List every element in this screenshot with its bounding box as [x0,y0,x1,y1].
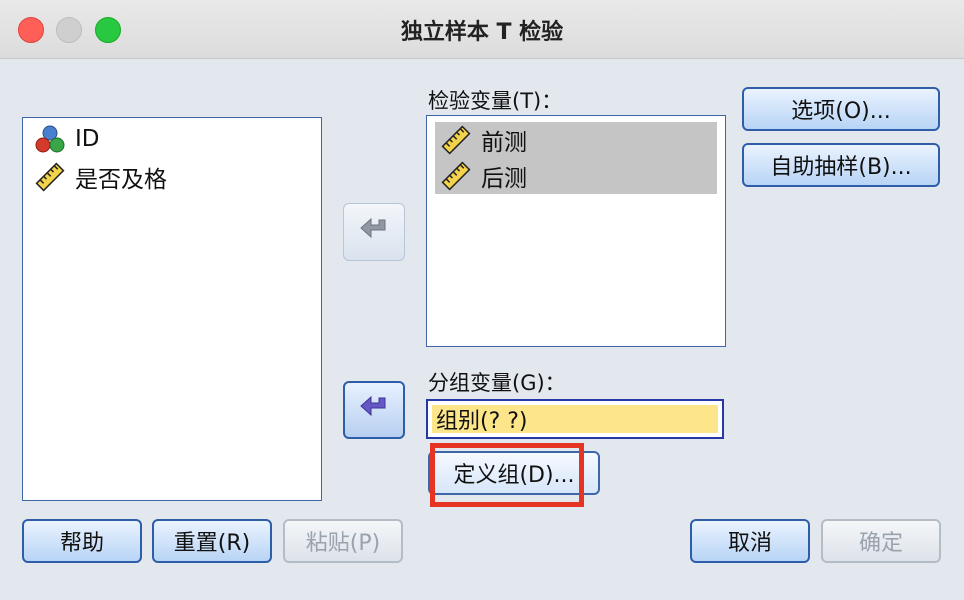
list-item-content: 后测 [439,159,527,193]
list-item[interactable]: 前测 [435,122,717,158]
cancel-button[interactable]: 取消 [690,519,810,563]
arrow-left-icon [359,395,389,425]
bootstrap-button[interactable]: 自助抽样(B)... [742,143,940,187]
dialog-body: ID 是否及格 检验变量(T)： 前测 后测 分组变量(G)： 组别(? ?) … [0,59,964,600]
list-item[interactable]: 是否及格 [33,160,167,194]
scale-variable-icon [439,159,473,193]
move-grouping-variable-button[interactable] [343,381,405,439]
highlight-box [430,443,584,507]
list-item[interactable]: ID [33,122,100,156]
window-title: 独立样本 T 检验 [400,20,564,45]
arrow-left-icon [359,217,389,247]
list-item-label: ID [75,126,100,152]
ok-button[interactable]: 确定 [821,519,941,563]
paste-button[interactable]: 粘贴(P) [283,519,403,563]
help-button[interactable]: 帮助 [22,519,142,563]
scale-variable-icon [439,123,473,157]
list-item-label: 后测 [481,166,527,192]
source-variable-list[interactable]: ID 是否及格 [22,117,322,501]
scale-variable-icon [33,160,67,194]
title-bar: 独立样本 T 检验 [0,0,964,59]
move-test-variable-button[interactable] [343,203,405,261]
nominal-variable-icon [33,122,67,156]
reset-button[interactable]: 重置(R) [152,519,272,563]
list-item-label: 前测 [481,130,527,156]
grouping-variable-label: 分组变量(G)： [428,371,566,395]
grouping-variable-field[interactable]: 组别(? ?) [426,399,724,439]
list-item-label: 是否及格 [75,167,167,193]
test-variable-list[interactable]: 前测 后测 [426,115,726,347]
test-variables-label: 检验变量(T)： [428,89,563,113]
list-item-content: 前测 [439,123,527,157]
options-button[interactable]: 选项(O)... [742,87,940,131]
grouping-variable-value: 组别(? ?) [432,405,718,434]
list-item[interactable]: 后测 [435,158,717,194]
